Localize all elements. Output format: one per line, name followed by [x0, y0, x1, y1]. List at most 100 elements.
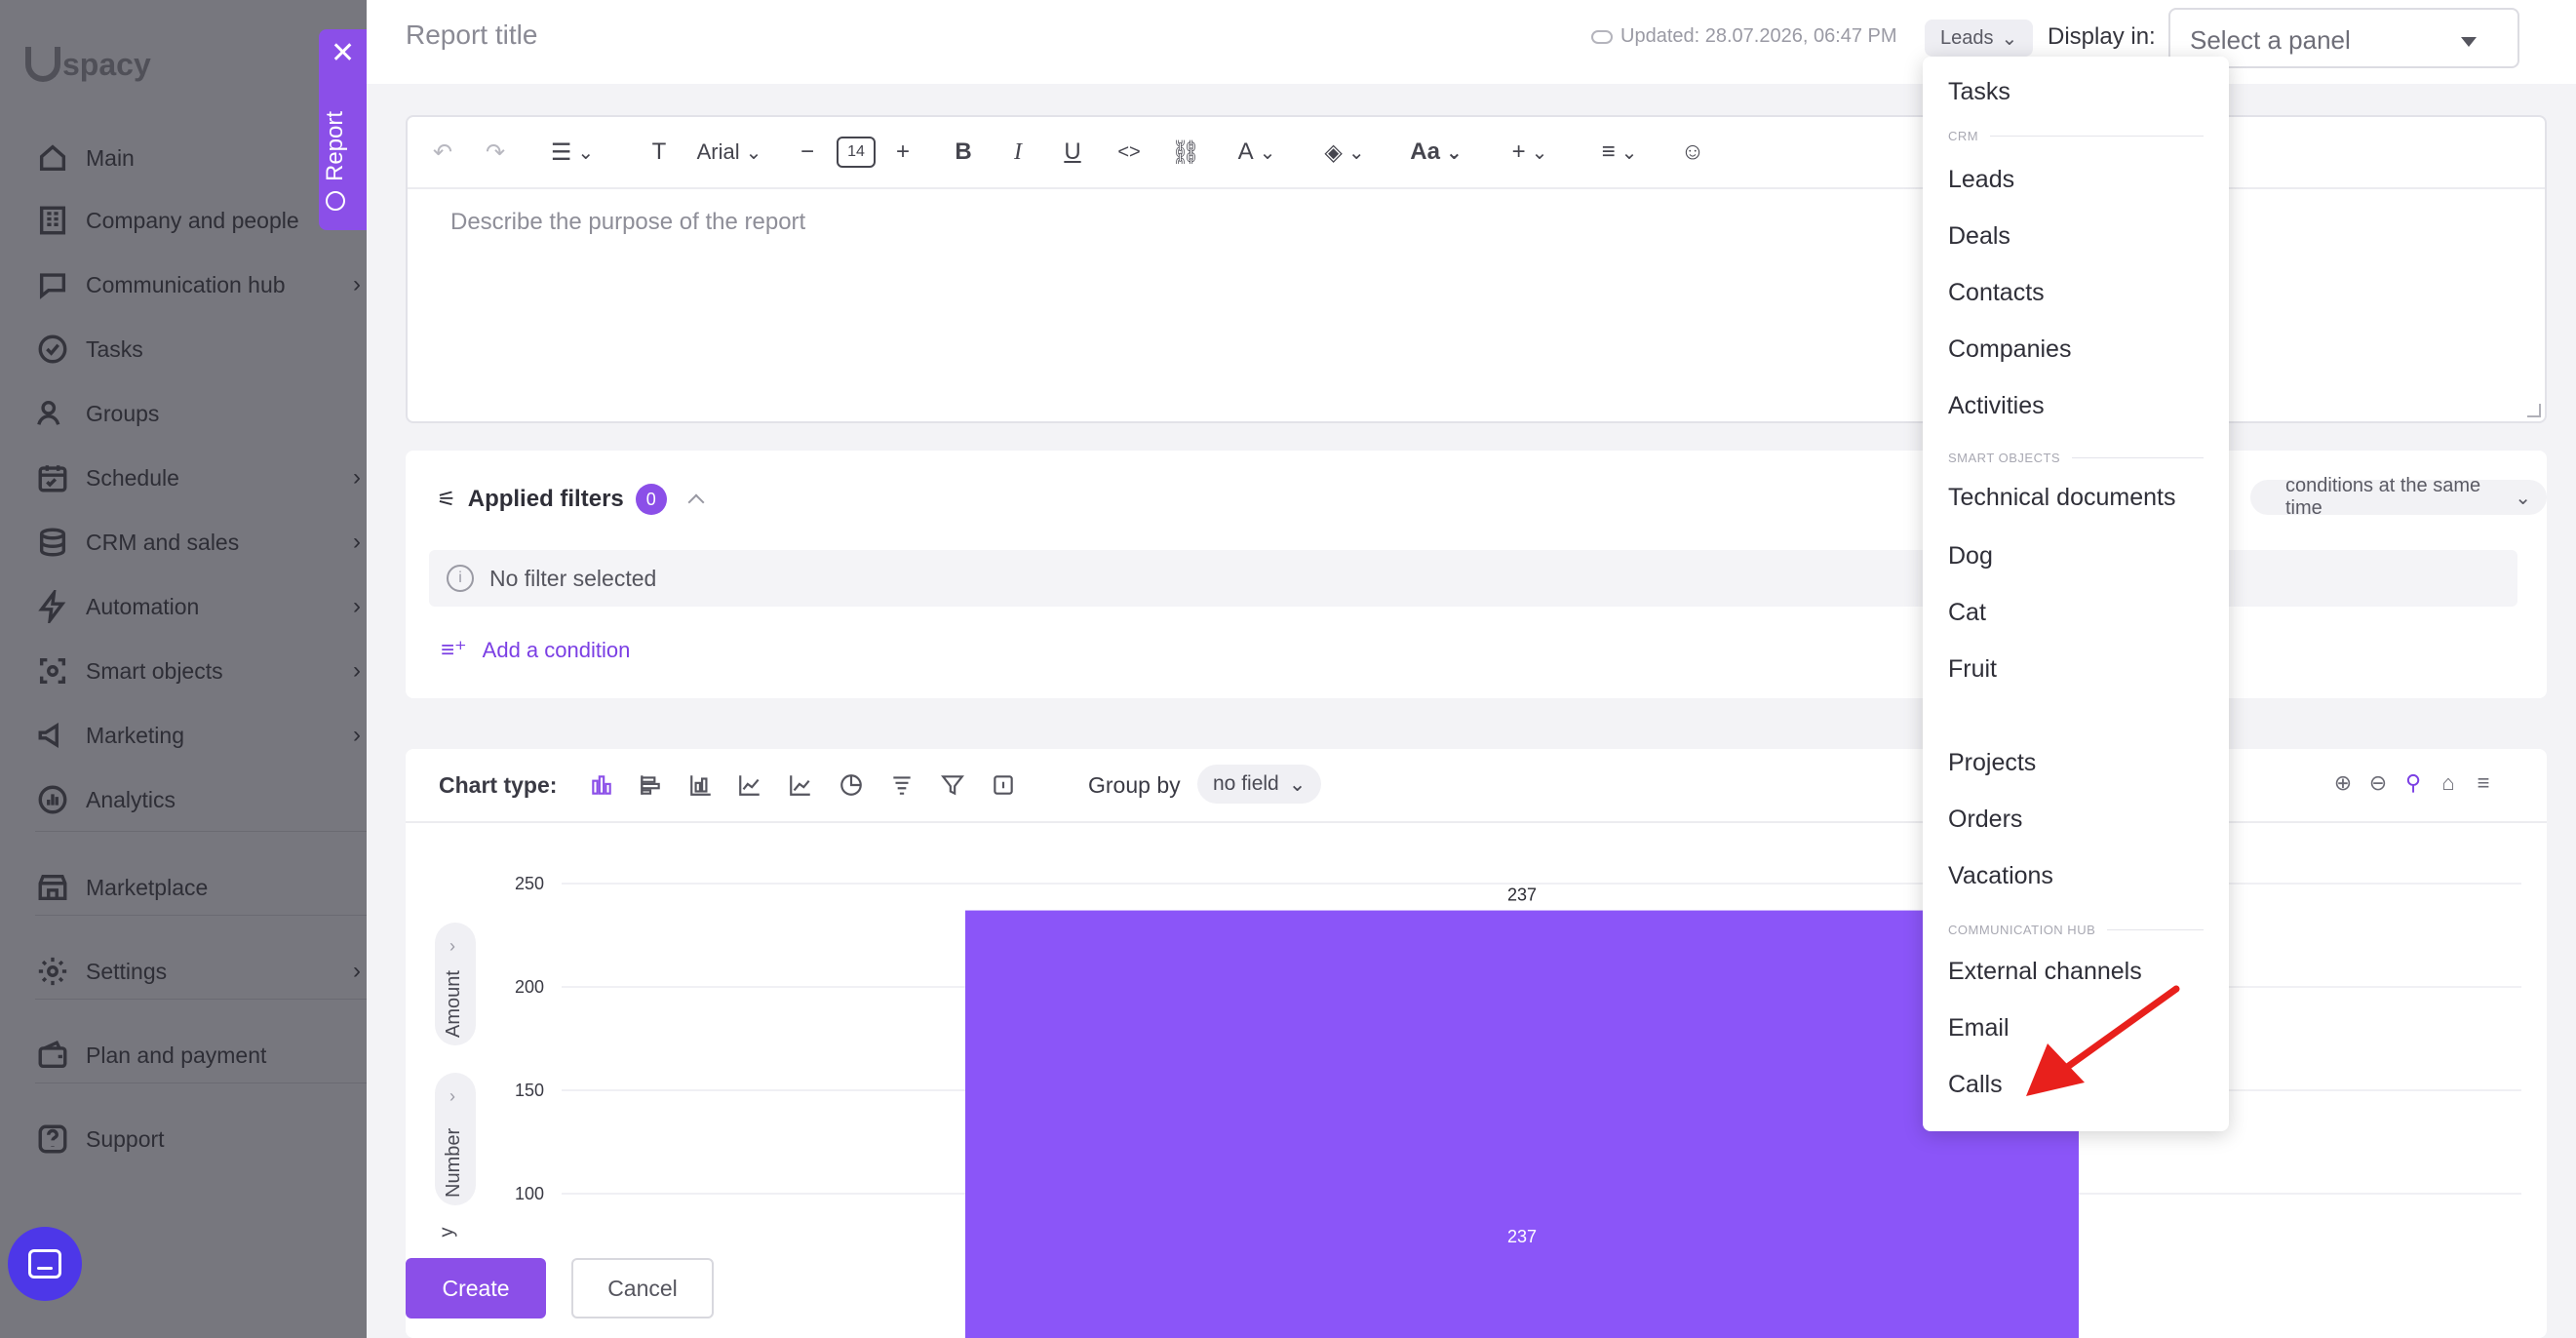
- sidebar-item-plan-and-payment[interactable]: Plan and payment: [0, 1026, 367, 1084]
- dropdown-item-vacations[interactable]: Vacations: [1948, 862, 2053, 890]
- insert-button[interactable]: + ⌄: [1496, 135, 1564, 170]
- sidebar-item-analytics[interactable]: Analytics: [0, 770, 367, 829]
- axis-toggle-amount[interactable]: › Amount: [435, 923, 476, 1045]
- zoom-in-icon[interactable]: ⊕: [2330, 770, 2356, 796]
- font-size-field[interactable]: 14: [835, 135, 878, 170]
- support-chat-button[interactable]: [8, 1227, 82, 1301]
- dropdown-item-deals[interactable]: Deals: [1948, 222, 2010, 251]
- zoom-out-icon[interactable]: ⊖: [2365, 770, 2391, 796]
- store-icon: [35, 870, 70, 905]
- dropdown-item-projects[interactable]: Projects: [1948, 749, 2036, 777]
- report-title-input[interactable]: Report title: [406, 20, 537, 51]
- entity-selector[interactable]: Leads ⌄: [1925, 20, 2034, 57]
- menu-icon[interactable]: ≡: [2471, 770, 2496, 796]
- report-side-tab[interactable]: ✕ Report: [319, 29, 367, 230]
- cancel-button[interactable]: Cancel: [571, 1258, 714, 1318]
- link-icon[interactable]: ⛓: [1166, 135, 1205, 170]
- group-by-select[interactable]: no field ⌄: [1197, 765, 1322, 804]
- database-icon: [35, 525, 70, 560]
- sidebar-item-tasks[interactable]: Tasks: [0, 320, 367, 378]
- horizontal-bar-icon[interactable]: [636, 770, 665, 800]
- dropdown-item-orders[interactable]: Orders: [1948, 806, 2022, 834]
- dropdown-item-fruit[interactable]: Fruit: [1948, 655, 1997, 684]
- area-chart-icon[interactable]: [786, 770, 815, 800]
- filters-header[interactable]: ⚟ Applied filters 0: [437, 484, 705, 515]
- block-format-button[interactable]: ☰ ⌄: [538, 135, 606, 170]
- sidebar-item-marketing[interactable]: Marketing ›: [0, 706, 367, 765]
- text-case-button[interactable]: Aa ⌄: [1400, 135, 1472, 170]
- sidebar-item-settings[interactable]: Settings ›: [0, 942, 367, 1001]
- align-left-icon: ≡: [1601, 138, 1616, 165]
- increase-size-button[interactable]: +: [885, 135, 920, 170]
- sidebar-item-smart-objects[interactable]: Smart objects ›: [0, 642, 367, 700]
- redo-icon[interactable]: ↷: [478, 135, 513, 170]
- axis-toggle-number[interactable]: › Number: [435, 1073, 476, 1205]
- font-family-select[interactable]: Arial ⌄: [681, 135, 778, 170]
- highlight-color-button[interactable]: ◈ ⌄: [1310, 135, 1379, 170]
- sidebar-item-marketplace[interactable]: Marketplace: [0, 858, 367, 917]
- font-family-value: Arial: [696, 139, 740, 164]
- align-button[interactable]: ≡ ⌄: [1585, 135, 1654, 170]
- bar-chart-icon[interactable]: [587, 770, 616, 800]
- chevron-up-icon[interactable]: [687, 493, 705, 511]
- app-root: spacy Main Company and people Communicatio…: [0, 0, 2576, 1338]
- magnifier-icon[interactable]: ⚲: [2400, 770, 2426, 796]
- line-chart-icon[interactable]: [735, 770, 764, 800]
- chevron-down-icon: ⌄: [1347, 141, 1365, 164]
- bar[interactable]: [965, 910, 2079, 1338]
- text-type-icon[interactable]: T: [642, 135, 677, 170]
- number-card-icon[interactable]: [989, 770, 1018, 800]
- dropdown-item-cat[interactable]: Cat: [1948, 599, 1986, 627]
- dropdown-item-tasks[interactable]: Tasks: [1948, 78, 2010, 106]
- description-placeholder[interactable]: Describe the purpose of the report: [450, 209, 805, 236]
- sidebar-item-label: Smart objects: [86, 657, 223, 684]
- funnel-bar-icon[interactable]: [887, 770, 917, 800]
- sidebar-item-automation[interactable]: Automation ›: [0, 577, 367, 636]
- dropdown-item-contacts[interactable]: Contacts: [1948, 279, 2045, 307]
- underline-icon[interactable]: U: [1055, 135, 1090, 170]
- pie-chart-icon[interactable]: [837, 770, 866, 800]
- bold-icon[interactable]: B: [946, 135, 981, 170]
- annotation-arrow: [2026, 985, 2180, 1096]
- resize-handle[interactable]: [2527, 404, 2541, 417]
- sidebar-item-company-and-people[interactable]: Company and people: [0, 191, 367, 250]
- dropdown-item-leads[interactable]: Leads: [1948, 166, 2014, 194]
- sidebar-item-communication-hub[interactable]: Communication hub ›: [0, 256, 367, 314]
- dropdown-item-calls[interactable]: Calls: [1948, 1071, 2003, 1099]
- code-icon[interactable]: <>: [1110, 135, 1149, 170]
- sidebar-item-main[interactable]: Main: [0, 129, 367, 187]
- report-tab-label: Report: [322, 110, 348, 181]
- add-condition-button[interactable]: ≡⁺ Add a condition: [441, 636, 630, 664]
- sidebar-item-label: Analytics: [86, 786, 176, 812]
- sidebar-item-support[interactable]: Support: [0, 1110, 367, 1168]
- decrease-size-button[interactable]: −: [790, 135, 825, 170]
- emoji-icon[interactable]: ☺: [1675, 135, 1710, 170]
- chevron-down-icon: ⌄: [1288, 772, 1307, 796]
- sidebar-divider: [35, 999, 367, 1000]
- create-button[interactable]: Create: [406, 1258, 546, 1318]
- reset-home-icon[interactable]: ⌂: [2436, 770, 2461, 796]
- dropdown-group-label: COMMUNICATION HUB: [1948, 923, 2204, 937]
- condition-mode-select[interactable]: conditions at the same time ⌄: [2250, 475, 2547, 519]
- stacked-bar-icon[interactable]: [686, 770, 716, 800]
- italic-icon[interactable]: I: [1000, 135, 1035, 170]
- logo[interactable]: spacy: [25, 45, 151, 84]
- dropdown-item-activities[interactable]: Activities: [1948, 392, 2045, 420]
- close-icon[interactable]: ✕: [331, 39, 355, 68]
- font-size-value: 14: [837, 137, 876, 168]
- text-color-button[interactable]: A ⌄: [1223, 135, 1291, 170]
- dropdown-item-technical-documents[interactable]: Technical documents: [1948, 484, 2175, 512]
- dropdown-item-dog[interactable]: Dog: [1948, 542, 1993, 571]
- chevron-down-icon: ⌄: [1620, 141, 1638, 164]
- sidebar-item-schedule[interactable]: Schedule ›: [0, 449, 367, 507]
- sidebar-item-crm-and-sales[interactable]: CRM and sales ›: [0, 513, 367, 571]
- chevron-down-icon: ⌄: [577, 141, 595, 164]
- funnel-icon[interactable]: [938, 770, 967, 800]
- undo-icon[interactable]: ↶: [425, 135, 460, 170]
- group-by-value: no field: [1213, 772, 1279, 795]
- dropdown-item-companies[interactable]: Companies: [1948, 335, 2071, 364]
- analytics-icon: [35, 782, 70, 817]
- plus-icon: +: [1511, 138, 1526, 165]
- dropdown-item-email[interactable]: Email: [1948, 1014, 2010, 1043]
- sidebar-item-groups[interactable]: Groups: [0, 384, 367, 443]
